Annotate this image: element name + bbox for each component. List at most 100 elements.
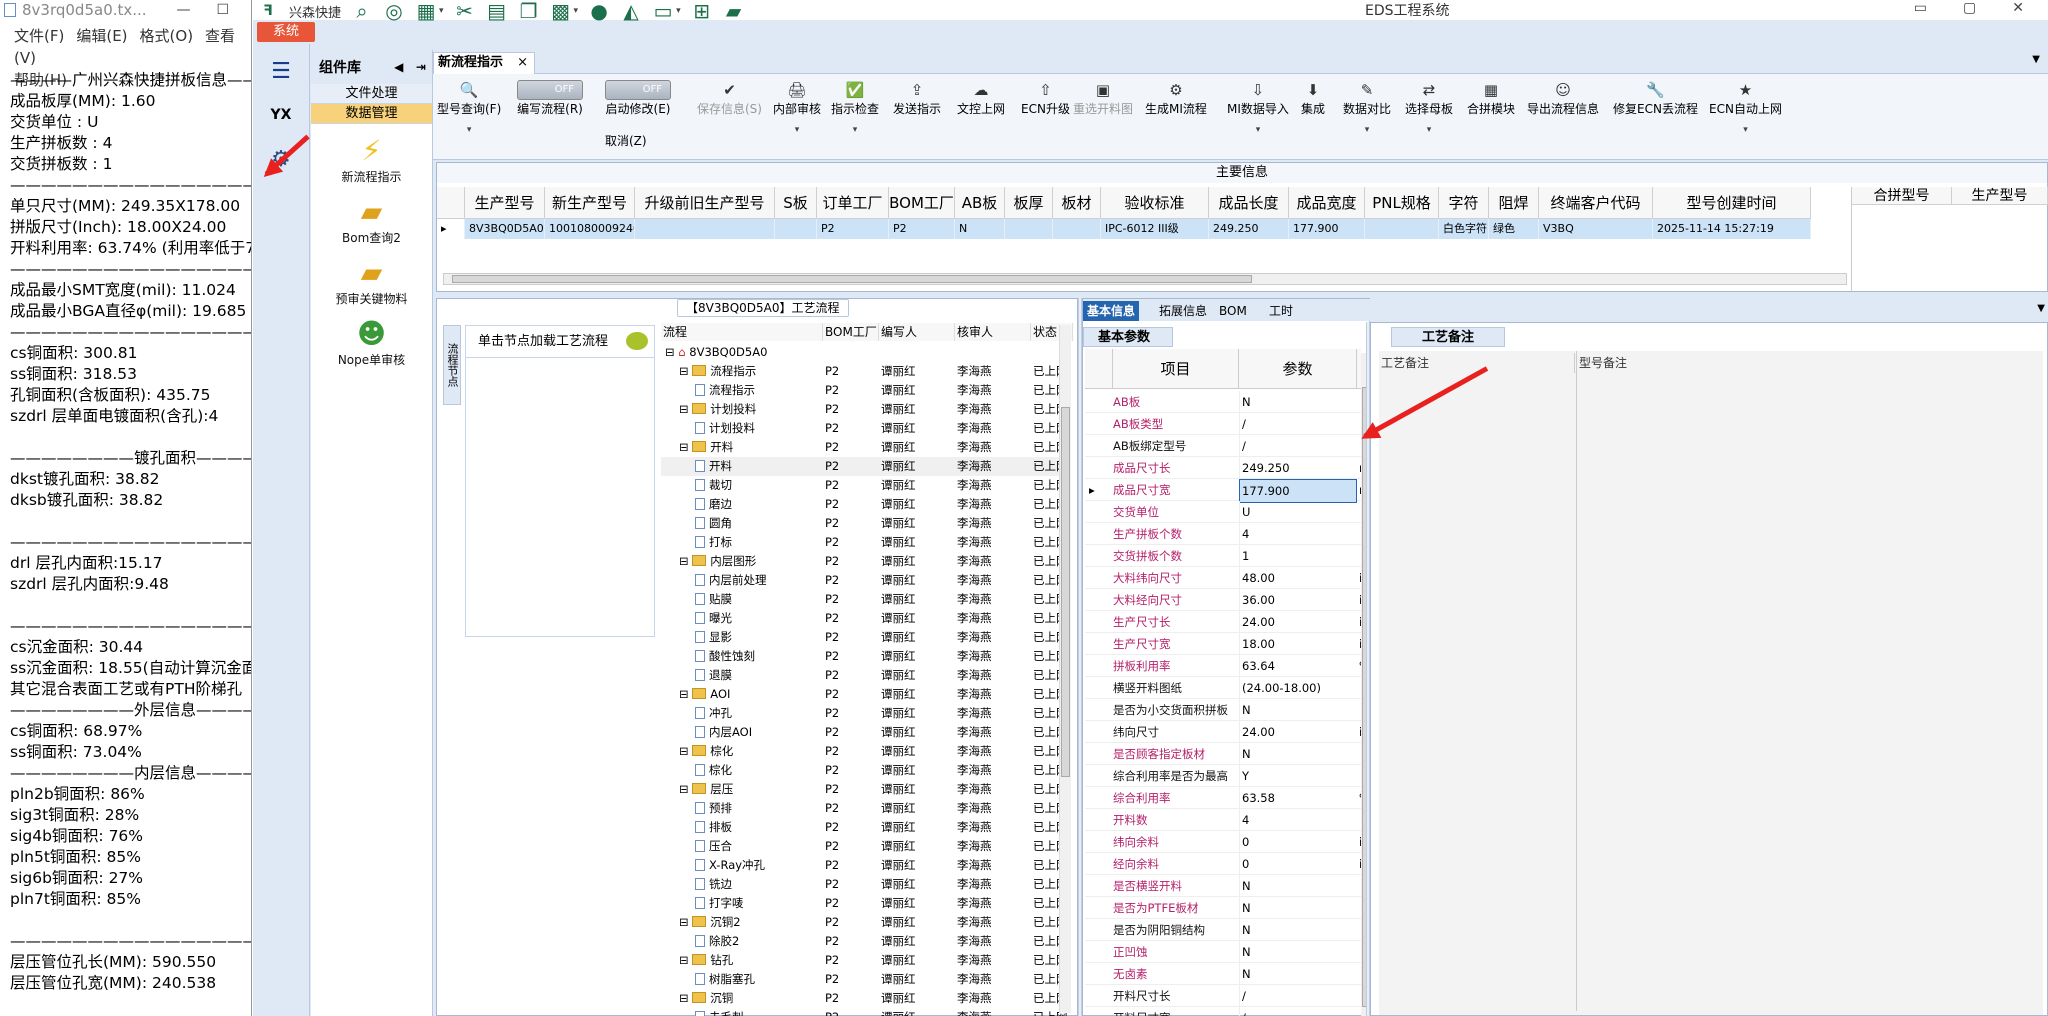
minimize-icon[interactable]: — — [176, 2, 190, 18]
system-tab[interactable]: 系统 — [257, 22, 315, 42]
table-cell[interactable]: N — [955, 219, 1005, 239]
tree-row[interactable]: ⊟ 沉铜2 P2 谭丽红 李海燕 已上网 — [661, 913, 1068, 932]
tree-col-header-0[interactable]: 流程 — [661, 323, 823, 341]
hamburger-menu-icon[interactable]: ☰ — [261, 54, 301, 88]
param-row[interactable]: 拼板利用率63.64%Y — [1085, 655, 1361, 677]
menu-edit[interactable]: 编辑(E) — [76, 27, 127, 45]
param-value[interactable]: N — [1239, 699, 1357, 721]
tree-row[interactable]: 磨边 P2 谭丽红 李海燕 已上网 — [661, 495, 1068, 514]
table-cell[interactable]: 177.900 — [1289, 219, 1365, 239]
param-value[interactable]: N — [1239, 743, 1357, 765]
table-cell[interactable]: 10010800092406 — [545, 219, 635, 239]
toggle-switch[interactable]: OFF — [605, 80, 671, 100]
param-row[interactable]: AB板类型/N — [1085, 413, 1361, 435]
table-cell[interactable]: P2 — [889, 219, 955, 239]
library-item-bom-query[interactable]: ▰ Bom查询2 — [311, 195, 432, 246]
tree-row[interactable]: X-Ray冲孔 P2 谭丽红 李海燕 已上网 — [661, 856, 1068, 875]
param-value[interactable]: N — [1239, 875, 1357, 897]
chevron-down-icon[interactable]: ▼ — [2037, 303, 2045, 314]
param-row[interactable]: 大料纬向尺寸48.00inchY — [1085, 567, 1361, 589]
tree-row[interactable]: 裁切 P2 谭丽红 李海燕 已上网 — [661, 476, 1068, 495]
param-row[interactable]: 生产尺寸宽18.00inchY — [1085, 633, 1361, 655]
param-value[interactable]: (24.00-18.00) — [1239, 677, 1357, 699]
param-value[interactable]: / — [1239, 413, 1357, 435]
param-value[interactable]: 63.58 — [1239, 787, 1357, 809]
library-item-new-process[interactable]: ⚡ 新流程指示 — [311, 134, 432, 185]
table-icon[interactable]: ▦ — [415, 0, 437, 23]
param-row[interactable]: 正凹蚀NY — [1085, 941, 1361, 963]
param-row[interactable]: 综合利用率是否为最高YY — [1085, 765, 1361, 787]
windows-icon[interactable]: ⊞ — [691, 0, 713, 23]
toolbar-button-13[interactable]: ⬇ 集成 — [1301, 80, 1325, 117]
expand-toggle-icon[interactable]: ⊟ — [679, 953, 692, 967]
toolbar-button-9[interactable]: ⇧ ECN升级 — [1021, 80, 1070, 117]
toolbar-button-17[interactable]: ☺ 导出流程信息 — [1527, 80, 1599, 117]
library-tab-file[interactable]: 文件处理 — [311, 84, 432, 104]
param-row[interactable]: 成品尺寸长249.250mmY — [1085, 457, 1361, 479]
chevron-down-icon[interactable]: ▾ — [437, 125, 501, 135]
tab-new-process[interactable]: 新流程指示 × — [433, 52, 535, 74]
chevron-down-icon[interactable]: ▾ — [1709, 125, 1782, 135]
tree-row[interactable]: ⊟ 开料 P2 谭丽红 李海燕 已上网 — [661, 438, 1068, 457]
col-header-1[interactable]: 新生产型号 — [545, 187, 635, 219]
param-row[interactable]: 是否为小交货面积拼板NY — [1085, 699, 1361, 721]
toolbar-button-7[interactable]: ⇪ 发送指示 — [893, 80, 941, 117]
library-item-prereview[interactable]: ▰ 预审关键物料 — [311, 256, 432, 307]
table-cell[interactable] — [1053, 219, 1101, 239]
param-row[interactable]: 生产拼板个数4Y — [1085, 523, 1361, 545]
chevron-down-icon[interactable]: ▾ — [1227, 125, 1289, 135]
col-header-15[interactable]: 终端客户代码 — [1539, 187, 1653, 219]
expand-toggle-icon[interactable]: ⊟ — [679, 440, 692, 454]
param-row[interactable]: 开料尺寸宽/Y — [1085, 1007, 1361, 1016]
grid-icon[interactable]: ▩ — [550, 0, 572, 23]
param-value[interactable]: Y — [1239, 765, 1357, 787]
expand-toggle-icon[interactable]: ⊟ — [679, 364, 692, 378]
toolbar-button-6[interactable]: ✅ 指示检查 ▾ — [831, 80, 879, 135]
toolbar-button-10[interactable]: ▣ 重选开料图 — [1073, 80, 1133, 117]
menu-file[interactable]: 文件(F) — [14, 27, 64, 45]
param-value[interactable]: 4 — [1239, 523, 1357, 545]
tree-row[interactable]: ⊟ 钻孔 P2 谭丽红 李海燕 已上网 — [661, 951, 1068, 970]
param-row[interactable]: 大料经向尺寸36.00inchY — [1085, 589, 1361, 611]
tree-row[interactable]: ⊟ AOI P2 谭丽红 李海燕 已上网 — [661, 685, 1068, 704]
tree-col-header-1[interactable]: BOM工厂 — [823, 323, 879, 341]
close-tab-icon[interactable]: × — [517, 53, 528, 73]
toolbar-button-5[interactable]: 🖨 内部审核 ▾ — [773, 80, 821, 135]
tree-row[interactable]: ⊟ 计划投料 P2 谭丽红 李海燕 已上网 — [661, 400, 1068, 419]
table-cell[interactable] — [635, 219, 775, 239]
param-value[interactable]: 36.00 — [1239, 589, 1357, 611]
tree-row[interactable]: 退膜 P2 谭丽红 李海燕 已上网 — [661, 666, 1068, 685]
grid-col-header-1[interactable]: 参数 — [1239, 349, 1357, 389]
table-cell[interactable]: IPC-6012 III级 — [1101, 219, 1209, 239]
toolbar-button-19[interactable]: ★ ECN自动上网 ▾ — [1709, 80, 1782, 135]
param-value[interactable]: 24.00 — [1239, 611, 1357, 633]
tree-col-header-3[interactable]: 核审人 — [955, 323, 1031, 341]
param-row[interactable]: 无卤素NY — [1085, 963, 1361, 985]
toolbar-button-14[interactable]: ✎ 数据对比 ▾ — [1343, 80, 1391, 135]
maximize-icon[interactable]: ☐ — [216, 2, 229, 18]
tree-row[interactable]: 显影 P2 谭丽红 李海燕 已上网 — [661, 628, 1068, 647]
param-row[interactable]: 开料尺寸长/Y — [1085, 985, 1361, 1007]
col-production-model[interactable]: 生产型号 — [1952, 187, 2048, 205]
tree-row[interactable]: 流程指示 P2 谭丽红 李海燕 已上网 — [661, 381, 1068, 400]
param-value[interactable]: 4 — [1239, 809, 1357, 831]
param-row[interactable]: ▸成品尺寸宽177.900mmY — [1085, 479, 1361, 503]
param-value[interactable]: / — [1239, 435, 1357, 457]
param-value[interactable]: N — [1239, 941, 1357, 963]
param-row[interactable]: AB板绑定型号/N — [1085, 435, 1361, 457]
toolbar-button-11[interactable]: ⚙ 生成MI流程 — [1145, 80, 1207, 117]
load-hint[interactable]: 单击节点加载工艺流程 — [466, 326, 654, 358]
col-header-7[interactable]: 板厚 — [1005, 187, 1053, 219]
tree-row[interactable]: 内层AOI P2 谭丽红 李海燕 已上网 — [661, 723, 1068, 742]
toolbar-button-16[interactable]: ▦ 合拼模块 — [1467, 80, 1515, 117]
param-value[interactable]: / — [1239, 985, 1357, 1007]
param-row[interactable]: 开料数4Y — [1085, 809, 1361, 831]
scroll-thumb[interactable] — [1061, 407, 1070, 777]
toolbar-button-12[interactable]: ⇩ MI数据导入 ▾ — [1227, 80, 1289, 135]
tree-row[interactable]: 打标 P2 谭丽红 李海燕 已上网 — [661, 533, 1068, 552]
film-icon[interactable]: ▤ — [486, 0, 508, 23]
expand-toggle-icon[interactable]: ⊟ — [679, 687, 692, 701]
col-header-6[interactable]: AB板 — [955, 187, 1005, 219]
chevron-down-icon[interactable]: ▾ — [676, 6, 681, 16]
tree-row[interactable]: ⊟ 沉铜 P2 谭丽红 李海燕 已上网 — [661, 989, 1068, 1008]
